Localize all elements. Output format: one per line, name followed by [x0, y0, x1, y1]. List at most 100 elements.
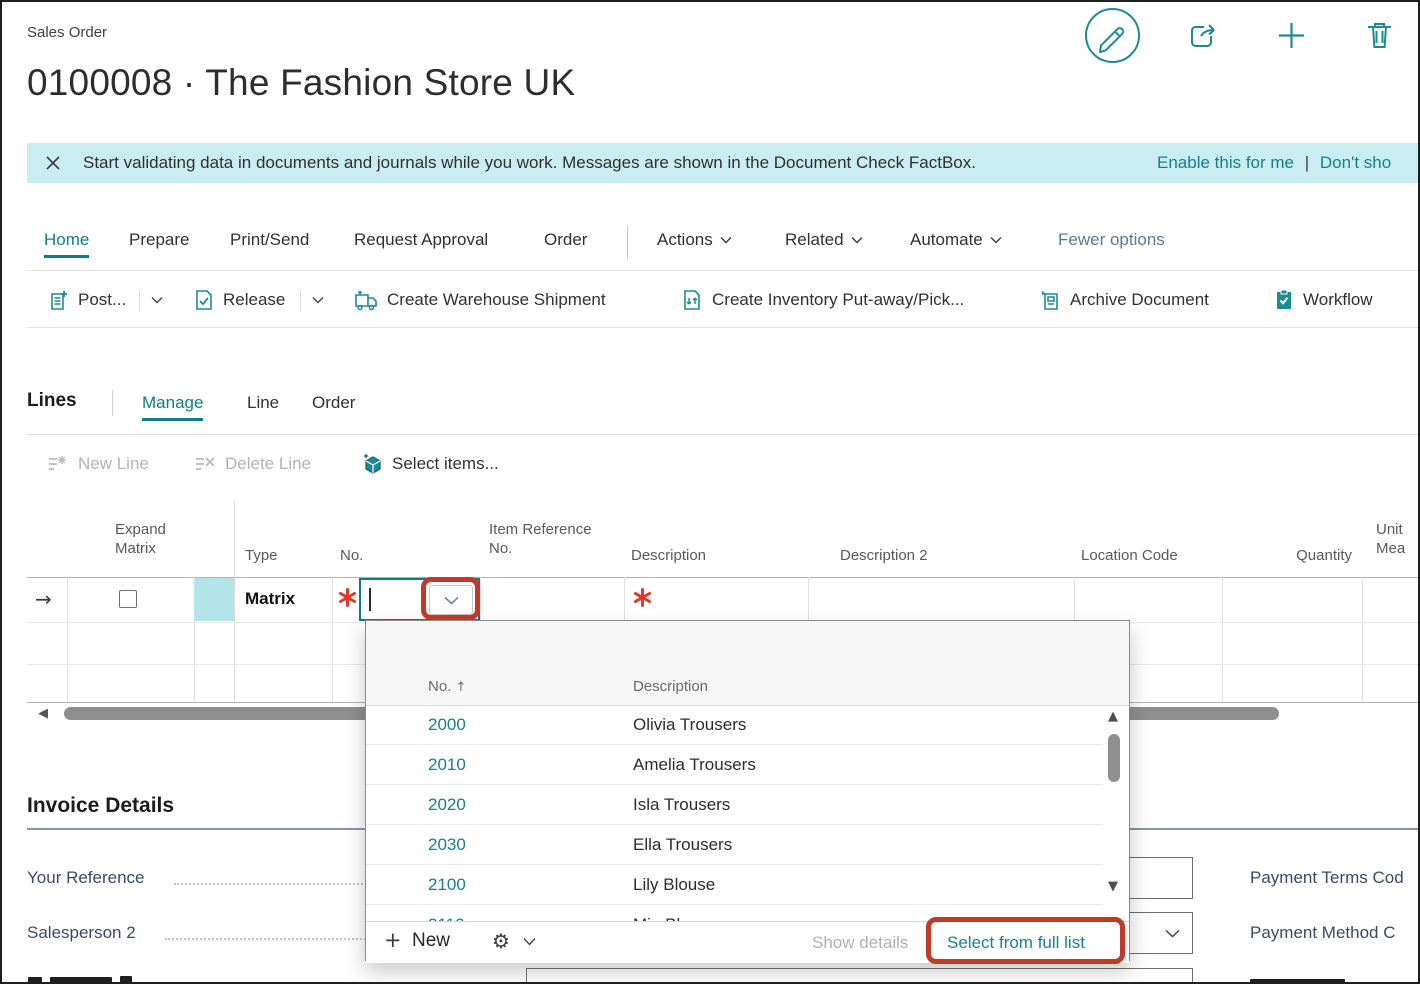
inventory-pick-icon — [682, 289, 703, 311]
field-label-your-reference: Your Reference — [27, 868, 145, 888]
scroll-down-icon[interactable]: ▼ — [1108, 879, 1118, 894]
column-header-location-code[interactable]: Location Code — [1081, 546, 1178, 565]
page-context: Sales Order — [27, 24, 107, 41]
lines-tab-manage[interactable]: Manage — [142, 393, 203, 421]
item-lookup-dropdown: No. ↑ Description 2000 Olivia Trousers 2… — [365, 620, 1130, 961]
grid-line — [67, 577, 68, 702]
lookup-row[interactable]: 2100 Lily Blouse — [366, 865, 1103, 905]
clipped-label-fragment — [50, 977, 112, 984]
grid-header-border — [27, 577, 1418, 578]
notification-bar: Start validating data in documents and j… — [27, 143, 1418, 183]
chevron-down-icon — [312, 296, 324, 304]
field-label-payment-terms-code: Payment Terms Cod — [1250, 868, 1404, 888]
scroll-left-icon[interactable]: ◀ — [38, 706, 48, 721]
tab-request-approval[interactable]: Request Approval — [354, 230, 488, 250]
column-header-type[interactable]: Type — [245, 546, 278, 565]
edit-button[interactable] — [1084, 7, 1141, 64]
menu-automate[interactable]: Automate — [910, 230, 1002, 250]
scroll-up-icon[interactable]: ▲ — [1108, 709, 1118, 724]
divider — [27, 327, 1418, 328]
plus-icon: + — [384, 928, 402, 952]
lookup-row[interactable]: 2000 Olivia Trousers — [366, 705, 1103, 745]
notification-close-icon[interactable] — [45, 155, 61, 171]
lookup-column-no[interactable]: No. ↑ — [428, 678, 466, 695]
clipped-label-fragment — [28, 977, 42, 984]
gear-icon[interactable]: ⚙ — [492, 929, 510, 953]
archive-document-button[interactable]: Archive Document — [1040, 289, 1209, 311]
lookup-row[interactable]: 2020 Isla Trousers — [366, 785, 1103, 825]
notification-link-divider: | — [1305, 153, 1309, 172]
column-header-expand-matrix[interactable]: Expand Matrix — [115, 520, 187, 558]
share-icon — [1187, 20, 1219, 50]
post-icon — [50, 289, 69, 311]
tab-divider — [627, 226, 628, 258]
menu-actions[interactable]: Actions — [657, 230, 732, 250]
clipped-label-fragment — [120, 976, 132, 984]
notification-dismiss-link[interactable]: Don't sho — [1320, 153, 1391, 172]
column-header-description-2[interactable]: Description 2 — [840, 546, 928, 565]
lookup-column-description[interactable]: Description — [633, 678, 708, 695]
sales-order-page: Sales Order 0100008 · The Fashion Store … — [0, 0, 1420, 984]
required-asterisk-icon — [633, 588, 652, 607]
field-label-salesperson-2: Salesperson 2 — [27, 923, 136, 943]
vertical-scrollbar-thumb[interactable] — [1108, 734, 1120, 782]
lines-section-title: Lines — [27, 390, 77, 412]
share-button[interactable] — [1187, 20, 1219, 50]
page-title: 0100008 · The Fashion Store UK — [27, 62, 575, 104]
tab-order[interactable]: Order — [544, 230, 587, 250]
release-split-chevron[interactable] — [312, 296, 324, 304]
column-header-item-reference-no[interactable]: Item Reference No. — [489, 520, 604, 558]
grid-line — [1362, 577, 1363, 702]
chevron-down-icon — [1165, 929, 1180, 938]
archive-icon — [1040, 289, 1061, 311]
notification-message: Start validating data in documents and j… — [83, 153, 976, 173]
tab-print-send[interactable]: Print/Send — [230, 230, 309, 250]
grid-line — [1222, 577, 1223, 702]
tab-prepare[interactable]: Prepare — [129, 230, 189, 250]
delete-line-icon — [194, 454, 216, 474]
chevron-down-icon — [151, 296, 163, 304]
show-details-button[interactable]: Show details — [812, 933, 908, 953]
highlight-cell — [194, 578, 234, 621]
required-asterisk-icon — [338, 588, 357, 607]
clipped-bottom-input[interactable] — [526, 968, 1193, 984]
column-header-quantity[interactable]: Quantity — [1242, 546, 1352, 565]
create-inventory-putaway-pick-button[interactable]: Create Inventory Put-away/Pick... — [682, 289, 964, 311]
new-line-button[interactable]: New Line — [47, 454, 149, 474]
divider — [27, 270, 1418, 271]
row-type-cell[interactable]: Matrix — [245, 589, 295, 609]
edit-icon — [1084, 7, 1141, 64]
create-warehouse-shipment-button[interactable]: Create Warehouse Shipment — [354, 289, 606, 311]
lookup-header-band — [366, 621, 1129, 705]
lookup-row[interactable]: 2030 Ella Trousers — [366, 825, 1103, 865]
new-button[interactable] — [1276, 20, 1307, 51]
delete-button[interactable] — [1365, 20, 1394, 51]
lines-tab-order[interactable]: Order — [312, 393, 355, 413]
lookup-new-button[interactable]: New — [412, 930, 450, 952]
clipped-label-fragment — [1250, 979, 1345, 984]
active-row-arrow-icon: → — [35, 587, 52, 611]
chevron-down-icon — [720, 236, 732, 244]
delete-line-button[interactable]: Delete Line — [194, 454, 311, 474]
tab-home[interactable]: Home — [44, 230, 89, 258]
notification-enable-link[interactable]: Enable this for me — [1157, 153, 1294, 172]
invoice-details-title[interactable]: Invoice Details — [27, 794, 174, 818]
post-split-chevron[interactable] — [151, 296, 163, 304]
warehouse-shipment-icon — [354, 289, 378, 311]
column-header-unit-of-measure[interactable]: Unit Mea — [1376, 520, 1418, 558]
column-header-description[interactable]: Description — [631, 546, 706, 565]
text-cursor — [369, 588, 371, 611]
new-line-icon — [47, 454, 69, 474]
delete-icon — [1365, 20, 1394, 51]
fewer-options-button[interactable]: Fewer options — [1058, 230, 1165, 250]
lookup-row[interactable]: 2010 Amelia Trousers — [366, 745, 1103, 785]
release-button[interactable]: Release — [194, 289, 285, 311]
expand-matrix-checkbox[interactable] — [119, 590, 137, 608]
select-items-button[interactable]: Select items... — [362, 454, 499, 474]
lines-tab-line[interactable]: Line — [247, 393, 279, 413]
post-button[interactable]: Post... — [50, 289, 126, 311]
menu-related[interactable]: Related — [785, 230, 863, 250]
column-header-no[interactable]: No. — [340, 546, 363, 565]
grid-freeze-divider — [234, 502, 235, 702]
workflow-button[interactable]: Workflow — [1274, 289, 1373, 311]
